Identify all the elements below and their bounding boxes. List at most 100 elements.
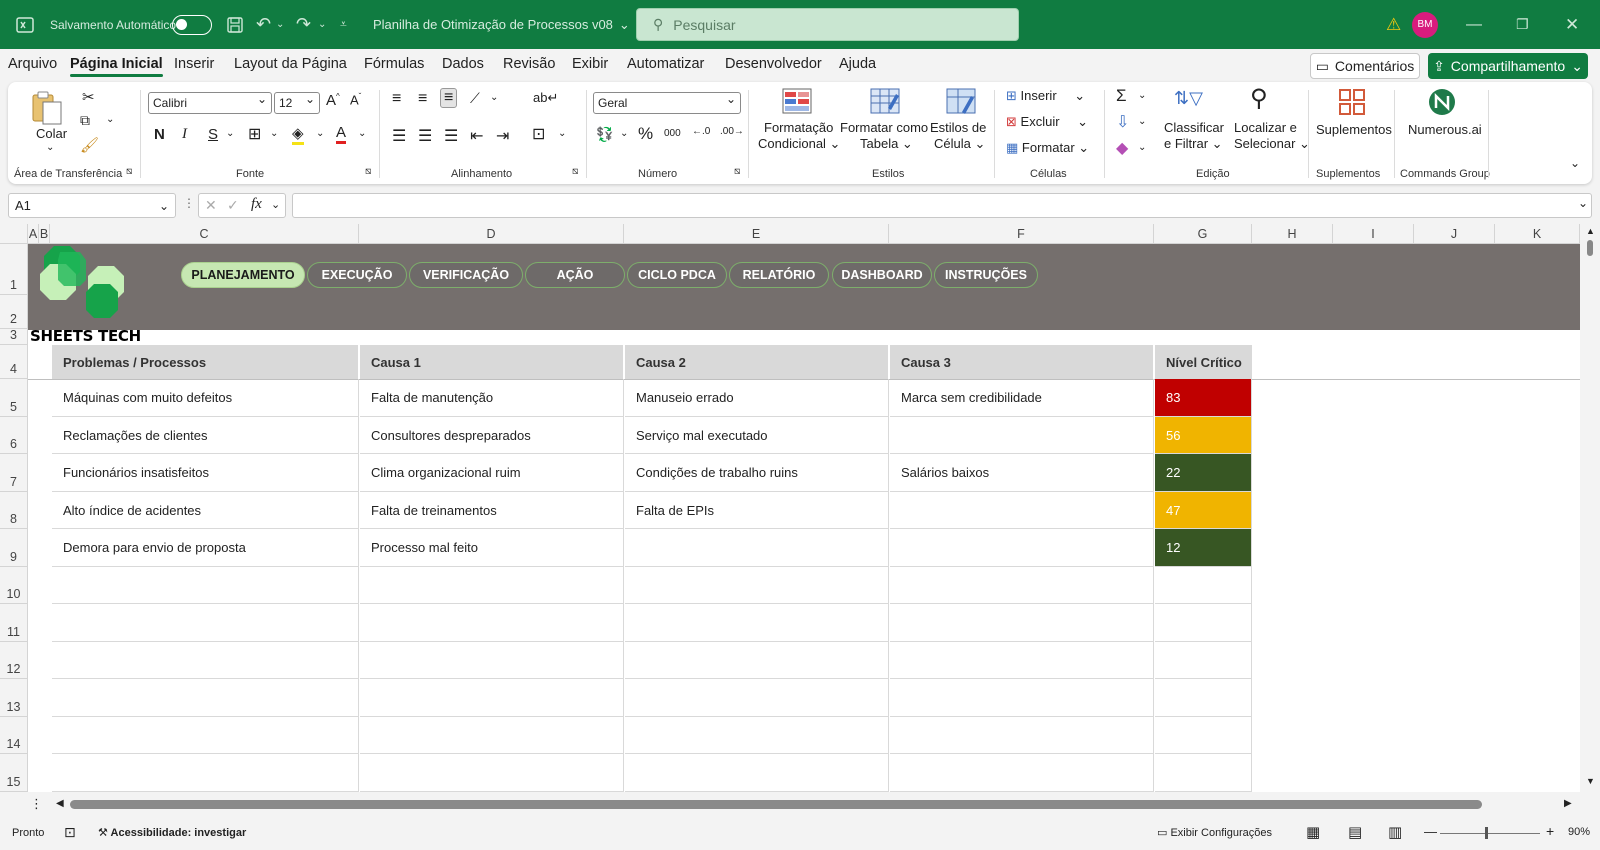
chevron-down-icon[interactable]: ⌄ xyxy=(226,128,234,139)
chevron-down-icon[interactable]: ⌄ xyxy=(1138,116,1146,127)
chevron-down-icon[interactable]: ⌄ xyxy=(270,128,278,139)
col-header-a[interactable]: A xyxy=(28,224,39,244)
formula-input[interactable] xyxy=(292,193,1592,218)
cell-styles-button[interactable]: Estilos de Célula ⌄ xyxy=(930,88,990,158)
collapse-ribbon-icon[interactable]: ⌄ xyxy=(1570,156,1580,170)
insert-cells-button[interactable]: ⊞ Inserir ⌄ xyxy=(1006,88,1085,104)
cell-causa-2[interactable]: Condições de trabalho ruins xyxy=(625,454,889,492)
cell-problema[interactable]: Funcionários insatisfeitos xyxy=(52,454,359,492)
horizontal-scroll-thumb[interactable] xyxy=(70,800,1482,809)
row-header-2[interactable]: 2 xyxy=(0,295,28,329)
minimize-icon[interactable]: — xyxy=(1466,0,1482,49)
row-header-11[interactable]: 11 xyxy=(0,604,28,642)
autosave-toggle[interactable] xyxy=(172,0,212,49)
cell-causa-2[interactable]: Falta de EPIs xyxy=(625,492,889,529)
cell-nivel-critico[interactable]: 47 xyxy=(1155,492,1252,529)
undo-dropdown-icon[interactable]: ⌄ xyxy=(276,0,284,49)
row-header-14[interactable]: 14 xyxy=(0,717,28,754)
percent-icon[interactable]: % xyxy=(638,124,653,144)
redo-dropdown-icon[interactable]: ⌄ xyxy=(318,0,326,49)
menu-revisao[interactable]: Revisão xyxy=(503,56,555,72)
chevron-down-icon[interactable]: ⌄ xyxy=(1138,142,1146,153)
menu-dados[interactable]: Dados xyxy=(442,56,484,72)
cell-causa-2[interactable] xyxy=(625,529,889,567)
comments-button[interactable]: ▭ Comentários xyxy=(1310,53,1420,79)
fill-icon[interactable]: ⇩ xyxy=(1116,112,1129,132)
cell-causa-2[interactable]: Serviço mal executado xyxy=(625,417,889,454)
cell-causa-3[interactable] xyxy=(890,604,1154,642)
align-top-icon[interactable]: ≡ xyxy=(392,90,401,108)
chevron-down-icon[interactable]: ⌄ xyxy=(316,128,324,139)
cell-nivel-critico[interactable]: 22 xyxy=(1155,454,1252,492)
cell-causa-1[interactable]: Consultores despreparados xyxy=(360,417,624,454)
underline-icon[interactable]: S xyxy=(208,126,218,143)
nav-execucao[interactable]: EXECUÇÃO xyxy=(307,262,407,288)
bold-icon[interactable]: N xyxy=(154,126,165,143)
cell-causa-1[interactable]: Clima organizacional ruim xyxy=(360,454,624,492)
cell-causa-1[interactable] xyxy=(360,567,624,604)
increase-indent-icon[interactable]: ⇥ xyxy=(496,126,509,146)
paste-button[interactable]: Colar ⌄ xyxy=(30,90,72,156)
delete-cells-button[interactable]: ⊠ Excluir ⌄ xyxy=(1006,114,1088,130)
col-header-k[interactable]: K xyxy=(1495,224,1580,244)
nav-instrucoes[interactable]: INSTRUÇÕES xyxy=(934,262,1038,288)
nav-planejamento[interactable]: PLANEJAMENTO xyxy=(181,262,305,288)
menu-inserir[interactable]: Inserir xyxy=(174,56,214,72)
row-header-13[interactable]: 13 xyxy=(0,679,28,717)
chevron-down-icon[interactable]: ⌄ xyxy=(358,128,366,139)
redo-icon[interactable]: ↷ xyxy=(296,0,311,49)
cell-problema[interactable]: Demora para envio de proposta xyxy=(52,529,359,567)
cell-causa-2[interactable] xyxy=(625,642,889,679)
cell-nivel-critico[interactable] xyxy=(1155,642,1252,679)
increase-decimal-icon[interactable]: ←.0 xyxy=(692,126,710,137)
cell-causa-1[interactable] xyxy=(360,679,624,717)
cell-causa-1[interactable] xyxy=(360,717,624,754)
share-button[interactable]: ⇪ Compartilhamento ⌄ xyxy=(1428,53,1588,79)
col-header-g[interactable]: G xyxy=(1154,224,1252,244)
vertical-scrollbar[interactable]: ▲ ▼ xyxy=(1580,224,1600,792)
cell-nivel-critico[interactable]: 83 xyxy=(1155,379,1252,417)
restore-icon[interactable]: ❐ xyxy=(1516,0,1529,49)
cell-causa-2[interactable]: Manuseio errado xyxy=(625,379,889,417)
cell-problema[interactable] xyxy=(52,604,359,642)
align-center-icon[interactable]: ☰ xyxy=(418,126,432,146)
chevron-down-icon[interactable]: ⌄ xyxy=(1138,90,1146,101)
dialog-launcher-icon[interactable]: ⧅ xyxy=(734,166,740,177)
row-header-15[interactable]: 15 xyxy=(0,754,28,792)
cancel-icon[interactable]: ✕ xyxy=(205,197,217,214)
menu-desenvolvedor[interactable]: Desenvolvedor xyxy=(725,56,822,72)
number-format-select[interactable]: Geral xyxy=(593,92,741,114)
cell-causa-2[interactable] xyxy=(625,567,889,604)
cell-nivel-critico[interactable] xyxy=(1155,754,1252,792)
row-header-9[interactable]: 9 xyxy=(0,529,28,567)
orientation-icon[interactable]: ⟋ xyxy=(470,90,480,107)
cell-problema[interactable] xyxy=(52,754,359,792)
merge-center-icon[interactable]: ⊡ xyxy=(532,124,545,144)
row-header-12[interactable]: 12 xyxy=(0,642,28,679)
row-header-10[interactable]: 10 xyxy=(0,567,28,604)
header-problemas[interactable]: Problemas / Processos xyxy=(52,345,358,379)
header-causa-2[interactable]: Causa 2 xyxy=(625,345,888,379)
zoom-slider-thumb[interactable] xyxy=(1485,827,1488,839)
align-right-icon[interactable]: ☰ xyxy=(444,126,458,146)
nav-dashboard[interactable]: DASHBOARD xyxy=(832,262,932,288)
row-header-1[interactable]: 1 xyxy=(0,244,28,295)
row-header-6[interactable]: 6 xyxy=(0,417,28,454)
format-cells-button[interactable]: ▦ Formatar ⌄ xyxy=(1006,140,1089,156)
page-layout-view-icon[interactable]: ▤ xyxy=(1348,823,1362,841)
cell-causa-3[interactable] xyxy=(890,717,1154,754)
dialog-launcher-icon[interactable]: ⧅ xyxy=(572,166,578,177)
scroll-down-icon[interactable]: ▼ xyxy=(1586,776,1595,786)
cell-causa-3[interactable] xyxy=(890,642,1154,679)
col-header-f[interactable]: F xyxy=(889,224,1154,244)
warning-icon[interactable]: ⚠ xyxy=(1386,0,1401,49)
row-header-8[interactable]: 8 xyxy=(0,492,28,529)
italic-icon[interactable]: I xyxy=(182,126,187,143)
menu-layout-da-pagina[interactable]: Layout da Página xyxy=(234,56,347,72)
cell-problema[interactable] xyxy=(52,642,359,679)
menu-formulas[interactable]: Fórmulas xyxy=(364,56,424,72)
numerous-ai-button[interactable]: Numerous.ai xyxy=(1400,88,1484,158)
chevron-down-icon[interactable]: ⌄ xyxy=(620,128,628,139)
nav-ciclo-pdca[interactable]: CICLO PDCA xyxy=(627,262,727,288)
wrap-text-icon[interactable]: ab↵ xyxy=(533,90,558,106)
